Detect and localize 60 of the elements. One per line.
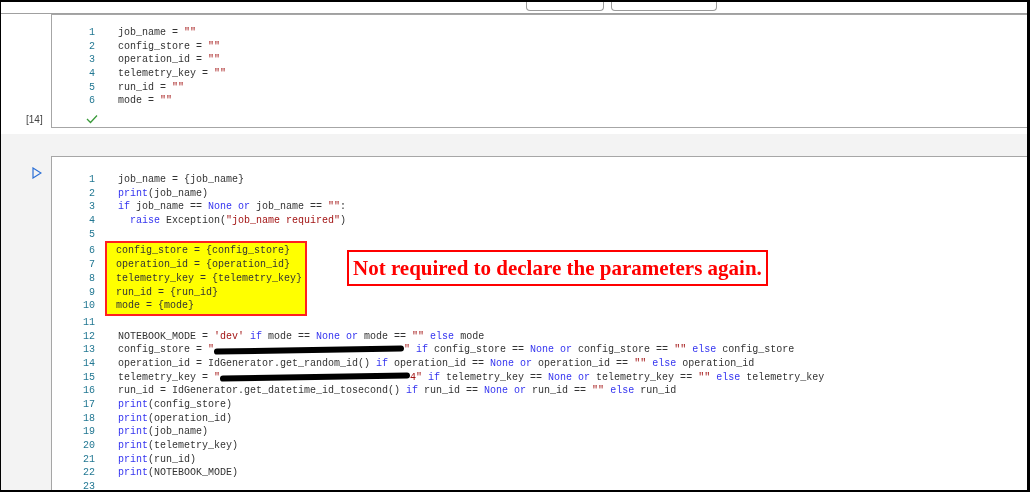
code-line: mode = "" [118, 94, 173, 109]
line-number: 20 [82, 439, 96, 453]
code-line: operation_id = IdGenerator.get_random_id() if operation_id == None or operation_id == "" else operation_id [118, 356, 755, 371]
code-line: job_name = {job_name} [118, 173, 245, 187]
code-line: print(NOTEBOOK_MODE) [118, 466, 239, 481]
line-number: 2 [88, 186, 96, 201]
code-line: config_store = {config_store} [116, 244, 291, 259]
line-number: 4 [88, 67, 96, 81]
code-line: print(telemetry_key) [118, 439, 239, 453]
code-line: mode = {mode} [116, 299, 194, 313]
code-line: job_name = "" [118, 26, 197, 40]
code-line: operation_id = "" [118, 53, 221, 68]
line-number: 9 [88, 285, 96, 300]
code-line: print(config_store) [118, 398, 233, 412]
code-line: run_id = "" [118, 80, 185, 95]
line-number: 5 [88, 80, 96, 95]
code-line: config_store = "" [118, 39, 221, 54]
code-line: print(job_name) [118, 186, 209, 201]
line-number: 1 [88, 26, 96, 40]
run-icon[interactable] [32, 167, 42, 179]
code-line: print(operation_id) [118, 411, 233, 426]
code-line: run_id = {run_id} [116, 285, 219, 300]
code-line: raise Exception("job_name required") [129, 214, 347, 228]
code-line: print(job_name) [118, 425, 209, 440]
code-line: telemetry_key = " 4" if telemetry_key == None or telemetry_key == "" else telemetry_key [118, 370, 825, 385]
line-number: 16 [82, 384, 96, 398]
code-line: operation_id = {operation_id} [116, 258, 291, 272]
toolbar-button[interactable] [526, 2, 604, 11]
line-number: 3 [88, 200, 96, 215]
code-line: config_store = " " if config_store == None or config_store == "" else config_store [118, 343, 795, 357]
execution-count: [14] [26, 113, 43, 127]
line-number: 22 [82, 466, 96, 481]
annotation-callout: Not required to declare the parameters again. [347, 250, 768, 286]
line-number: 17 [82, 398, 96, 412]
line-number: 2 [88, 39, 96, 54]
code-line: print(run_id) [118, 452, 197, 467]
line-number: 11 [82, 315, 96, 330]
toolbar-button[interactable] [611, 2, 717, 11]
line-number: 5 [88, 227, 96, 242]
line-number: 19 [82, 425, 96, 440]
code-line: NOTEBOOK_MODE = 'dev' if mode == None or mode == "" else mode [118, 329, 485, 344]
code-line: if job_name == None or job_name == "": [118, 200, 347, 215]
line-number: 13 [82, 343, 96, 357]
line-number: 23 [82, 480, 96, 490]
code-line: telemetry_key = {telemetry_key} [116, 271, 303, 286]
line-number: 18 [82, 411, 96, 426]
line-number: 6 [88, 94, 96, 109]
line-number: 7 [88, 258, 96, 272]
line-number: 6 [88, 244, 96, 259]
line-number: 1 [88, 173, 96, 187]
code-line: telemetry_key = "" [118, 67, 227, 81]
line-number: 4 [88, 214, 96, 228]
line-number: 3 [88, 53, 96, 68]
line-number: 14 [82, 356, 96, 371]
line-number: 12 [82, 329, 96, 344]
line-number: 21 [82, 452, 96, 467]
code-line: run_id = IdGenerator.get_datetime_id_tosecond() if run_id == None or run_id == "" else run_id [118, 384, 677, 398]
line-number: 10 [82, 299, 96, 313]
line-number: 15 [82, 370, 96, 385]
line-number: 8 [88, 271, 96, 286]
